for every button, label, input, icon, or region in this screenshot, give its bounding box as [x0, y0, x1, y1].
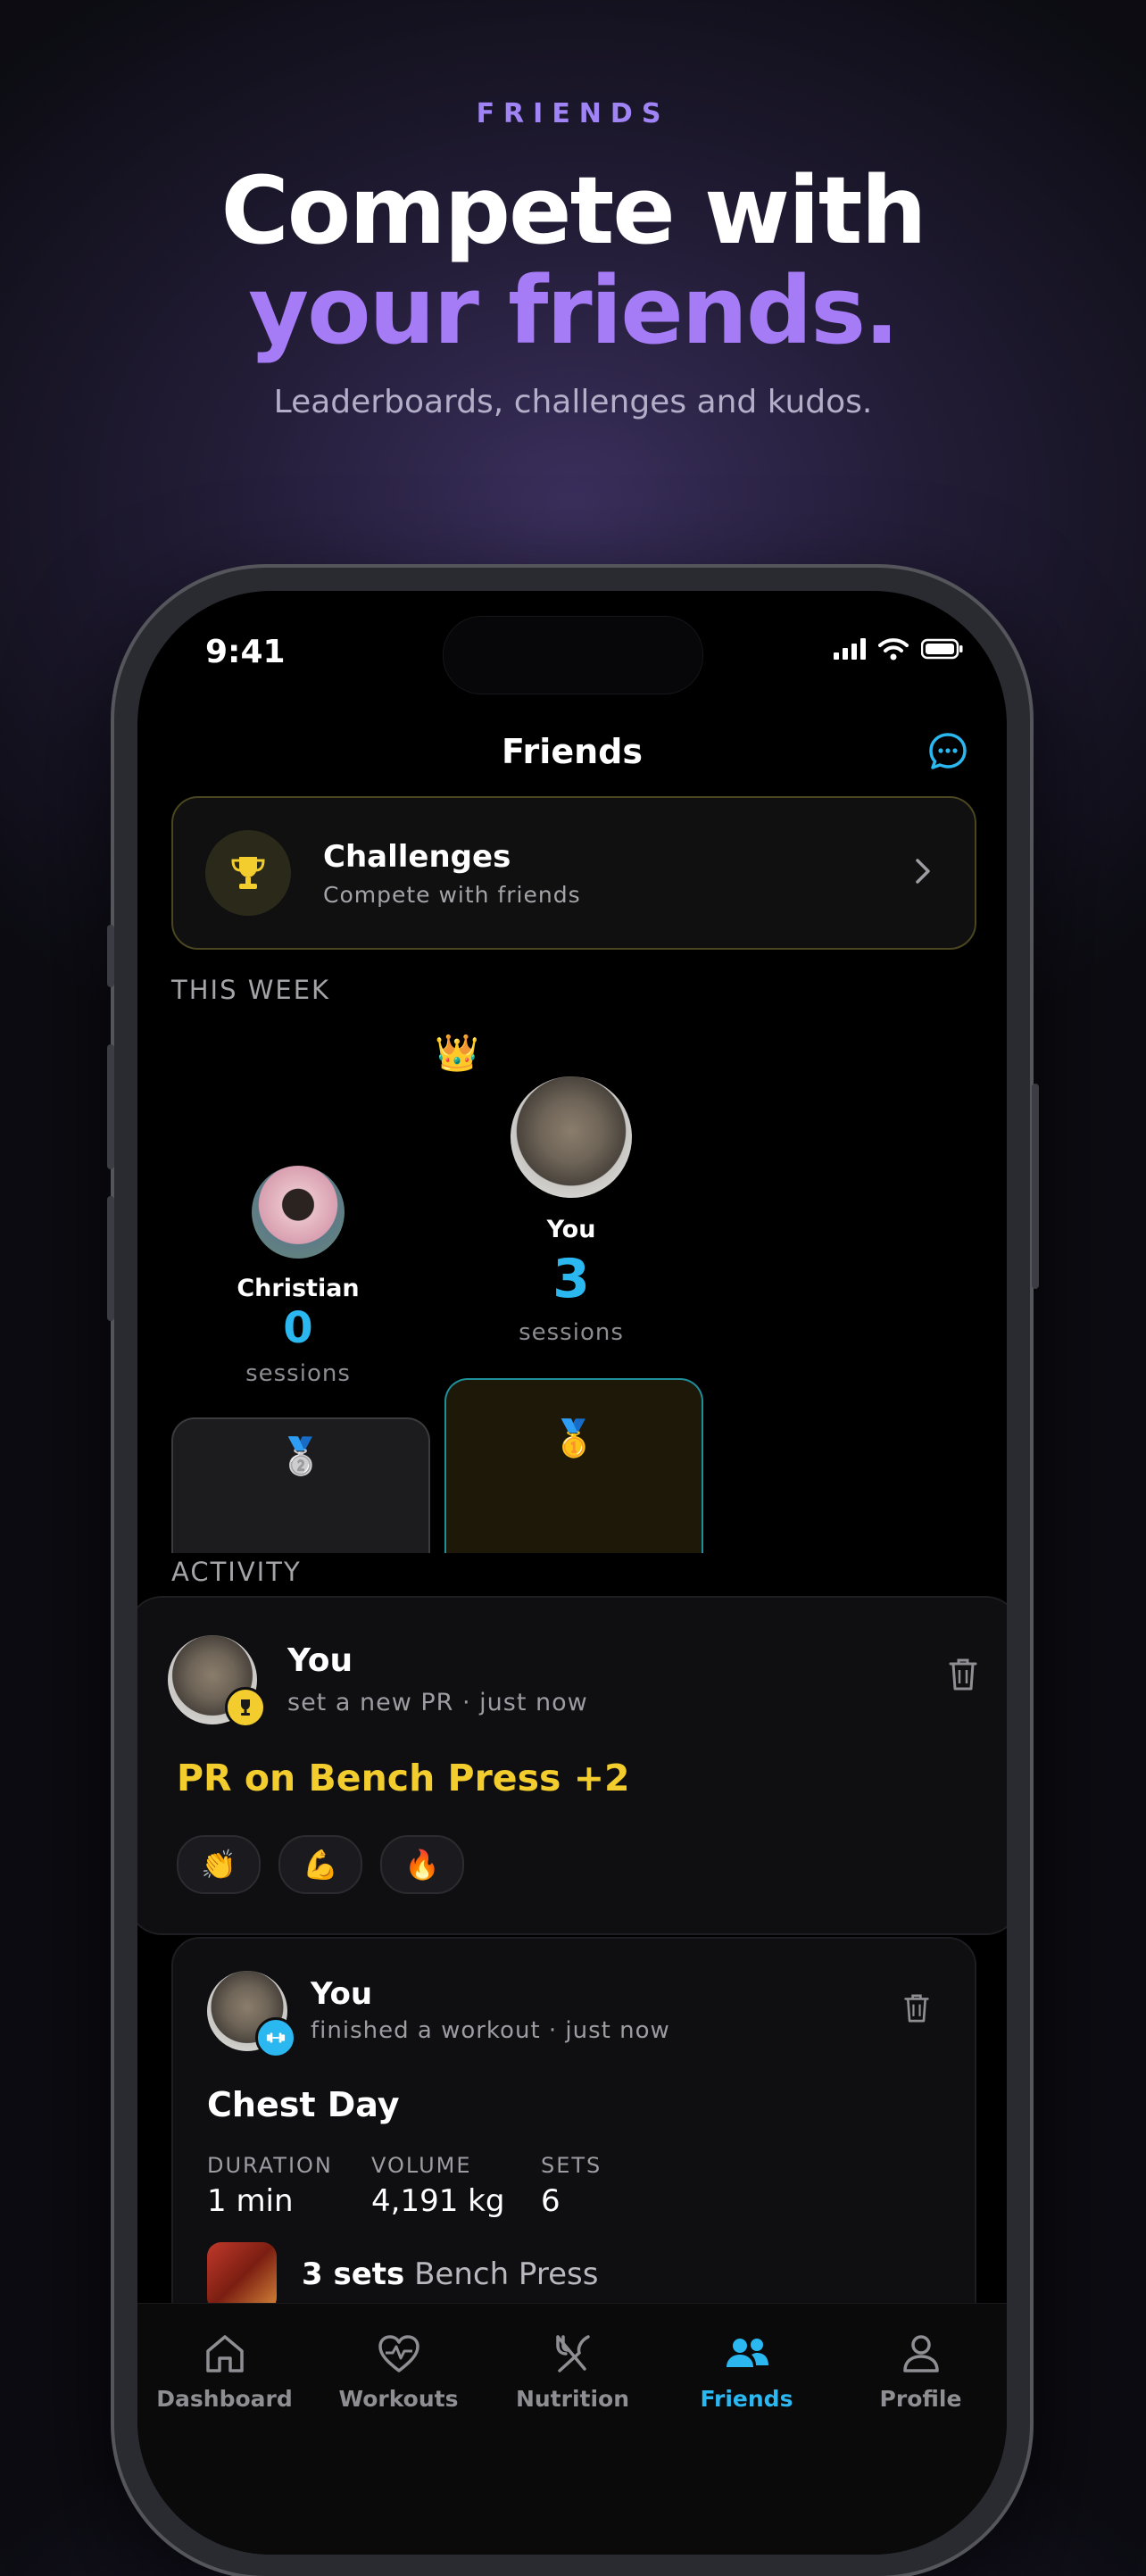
post-subtitle: set a new PR · just now	[287, 1689, 588, 1716]
chat-bubble-icon	[929, 733, 967, 769]
reaction-muscle-button[interactable]: 💪	[278, 1835, 362, 1894]
fork-knife-icon	[555, 2335, 590, 2372]
phone-volume-down	[107, 1196, 114, 1321]
heart-pulse-icon	[378, 2335, 419, 2372]
chat-button[interactable]	[926, 730, 969, 773]
activity-label: ACTIVITY	[171, 1557, 302, 1587]
person-icon	[902, 2335, 939, 2372]
reaction-fire-button[interactable]: 🔥	[380, 1835, 464, 1894]
stat-sets-value: 6	[541, 2183, 561, 2219]
post-subtitle: finished a workout · just now	[311, 2017, 670, 2044]
tab-label: Profile	[879, 2386, 962, 2412]
page-title: Friends	[502, 732, 643, 771]
tab-label: Workouts	[338, 2386, 459, 2412]
avatar-you[interactable]	[511, 1076, 632, 1198]
podium-first: 🥇	[444, 1378, 703, 1553]
avatar-christian[interactable]	[252, 1166, 345, 1259]
post-author-name: You	[311, 1976, 373, 2012]
tab-label: Dashboard	[156, 2386, 293, 2412]
trophy-badge	[205, 830, 291, 916]
stat-sets-label: SETS	[541, 2153, 602, 2178]
leader-name-second: Christian	[237, 1275, 360, 1302]
phone-volume-up	[107, 1044, 114, 1169]
leader-sessions-first: 3	[552, 1248, 590, 1310]
leader-sessions-second: 0	[283, 1303, 313, 1353]
activity-card-pr[interactable]: You set a new PR · just now PR on Bench …	[137, 1596, 1007, 1935]
challenges-subtitle: Compete with friends	[323, 882, 581, 908]
exercise-sets: 3 sets	[302, 2256, 405, 2292]
tab-label: Nutrition	[515, 2386, 630, 2412]
trophy-badge-icon	[225, 1687, 266, 1728]
workout-title: Chest Day	[207, 2085, 400, 2124]
silver-medal-icon: 🥈	[278, 1436, 323, 1477]
hero-title-line2: your friends.	[248, 256, 899, 365]
hero-subtitle: Leaderboards, challenges and kudos.	[273, 384, 873, 420]
stat-volume-value: 4,191 kg	[371, 2183, 505, 2219]
hero-eyebrow: FRIENDS	[476, 98, 670, 129]
delete-icon[interactable]	[903, 1992, 930, 2024]
crown-icon: 👑	[435, 1033, 479, 1074]
tab-bar: Dashboard Workouts Nutrition Friends Pro…	[137, 2303, 1007, 2555]
tab-label: Friends	[700, 2386, 793, 2412]
exercise-name: Bench Press	[414, 2256, 599, 2292]
hero-title-line1: Compete with	[220, 156, 926, 265]
post-author-name: You	[287, 1642, 353, 1679]
trophy-icon	[231, 857, 265, 889]
gold-medal-icon: 🥇	[552, 1418, 596, 1459]
reaction-clap-button[interactable]: 👏	[177, 1835, 261, 1894]
dumbbell-badge-icon	[255, 2017, 296, 2058]
tab-dashboard[interactable]: Dashboard	[137, 2327, 311, 2412]
exercise-summary: 3 sets Bench Press	[302, 2256, 598, 2292]
battery-icon	[921, 638, 963, 660]
dynamic-island	[443, 616, 703, 694]
podium-second: 🥈	[171, 1417, 430, 1553]
status-icons	[834, 637, 964, 661]
delete-icon[interactable]	[948, 1657, 978, 1692]
home-icon	[205, 2335, 244, 2372]
leader-name-first: You	[546, 1216, 596, 1243]
tab-nutrition[interactable]: Nutrition	[486, 2327, 660, 2412]
hero-title: Compete with your friends.	[0, 161, 1146, 361]
challenges-card[interactable]: Challenges Compete with friends	[171, 796, 976, 950]
people-icon	[726, 2339, 768, 2367]
stat-duration-value: 1 min	[207, 2183, 294, 2219]
exercise-thumbnail	[207, 2242, 277, 2312]
chevron-right-icon	[916, 859, 930, 884]
tab-profile[interactable]: Profile	[834, 2327, 1007, 2412]
stat-volume-label: VOLUME	[371, 2153, 472, 2178]
dumbbell-icon	[266, 2032, 286, 2043]
leader-unit-first: sessions	[519, 1319, 624, 1346]
this-week-label: THIS WEEK	[171, 975, 331, 1005]
challenges-title: Challenges	[323, 839, 511, 875]
status-time: 9:41	[205, 634, 286, 670]
tab-workouts[interactable]: Workouts	[311, 2327, 486, 2412]
signal-icon	[834, 638, 866, 660]
wifi-icon	[878, 638, 909, 661]
app-screen: 9:41 Friends Challenges Compete with fri…	[137, 591, 1007, 2555]
stat-duration-label: DURATION	[207, 2153, 333, 2178]
activity-card-workout[interactable]: You finished a workout · just now Chest …	[171, 1937, 976, 2351]
leader-unit-second: sessions	[245, 1360, 351, 1387]
pr-headline: PR on Bench Press +2	[177, 1757, 630, 1799]
phone-silent-switch	[107, 925, 114, 987]
tab-friends[interactable]: Friends	[660, 2327, 834, 2412]
trophy-icon	[241, 1699, 250, 1716]
phone-power-button	[1032, 1084, 1039, 1289]
